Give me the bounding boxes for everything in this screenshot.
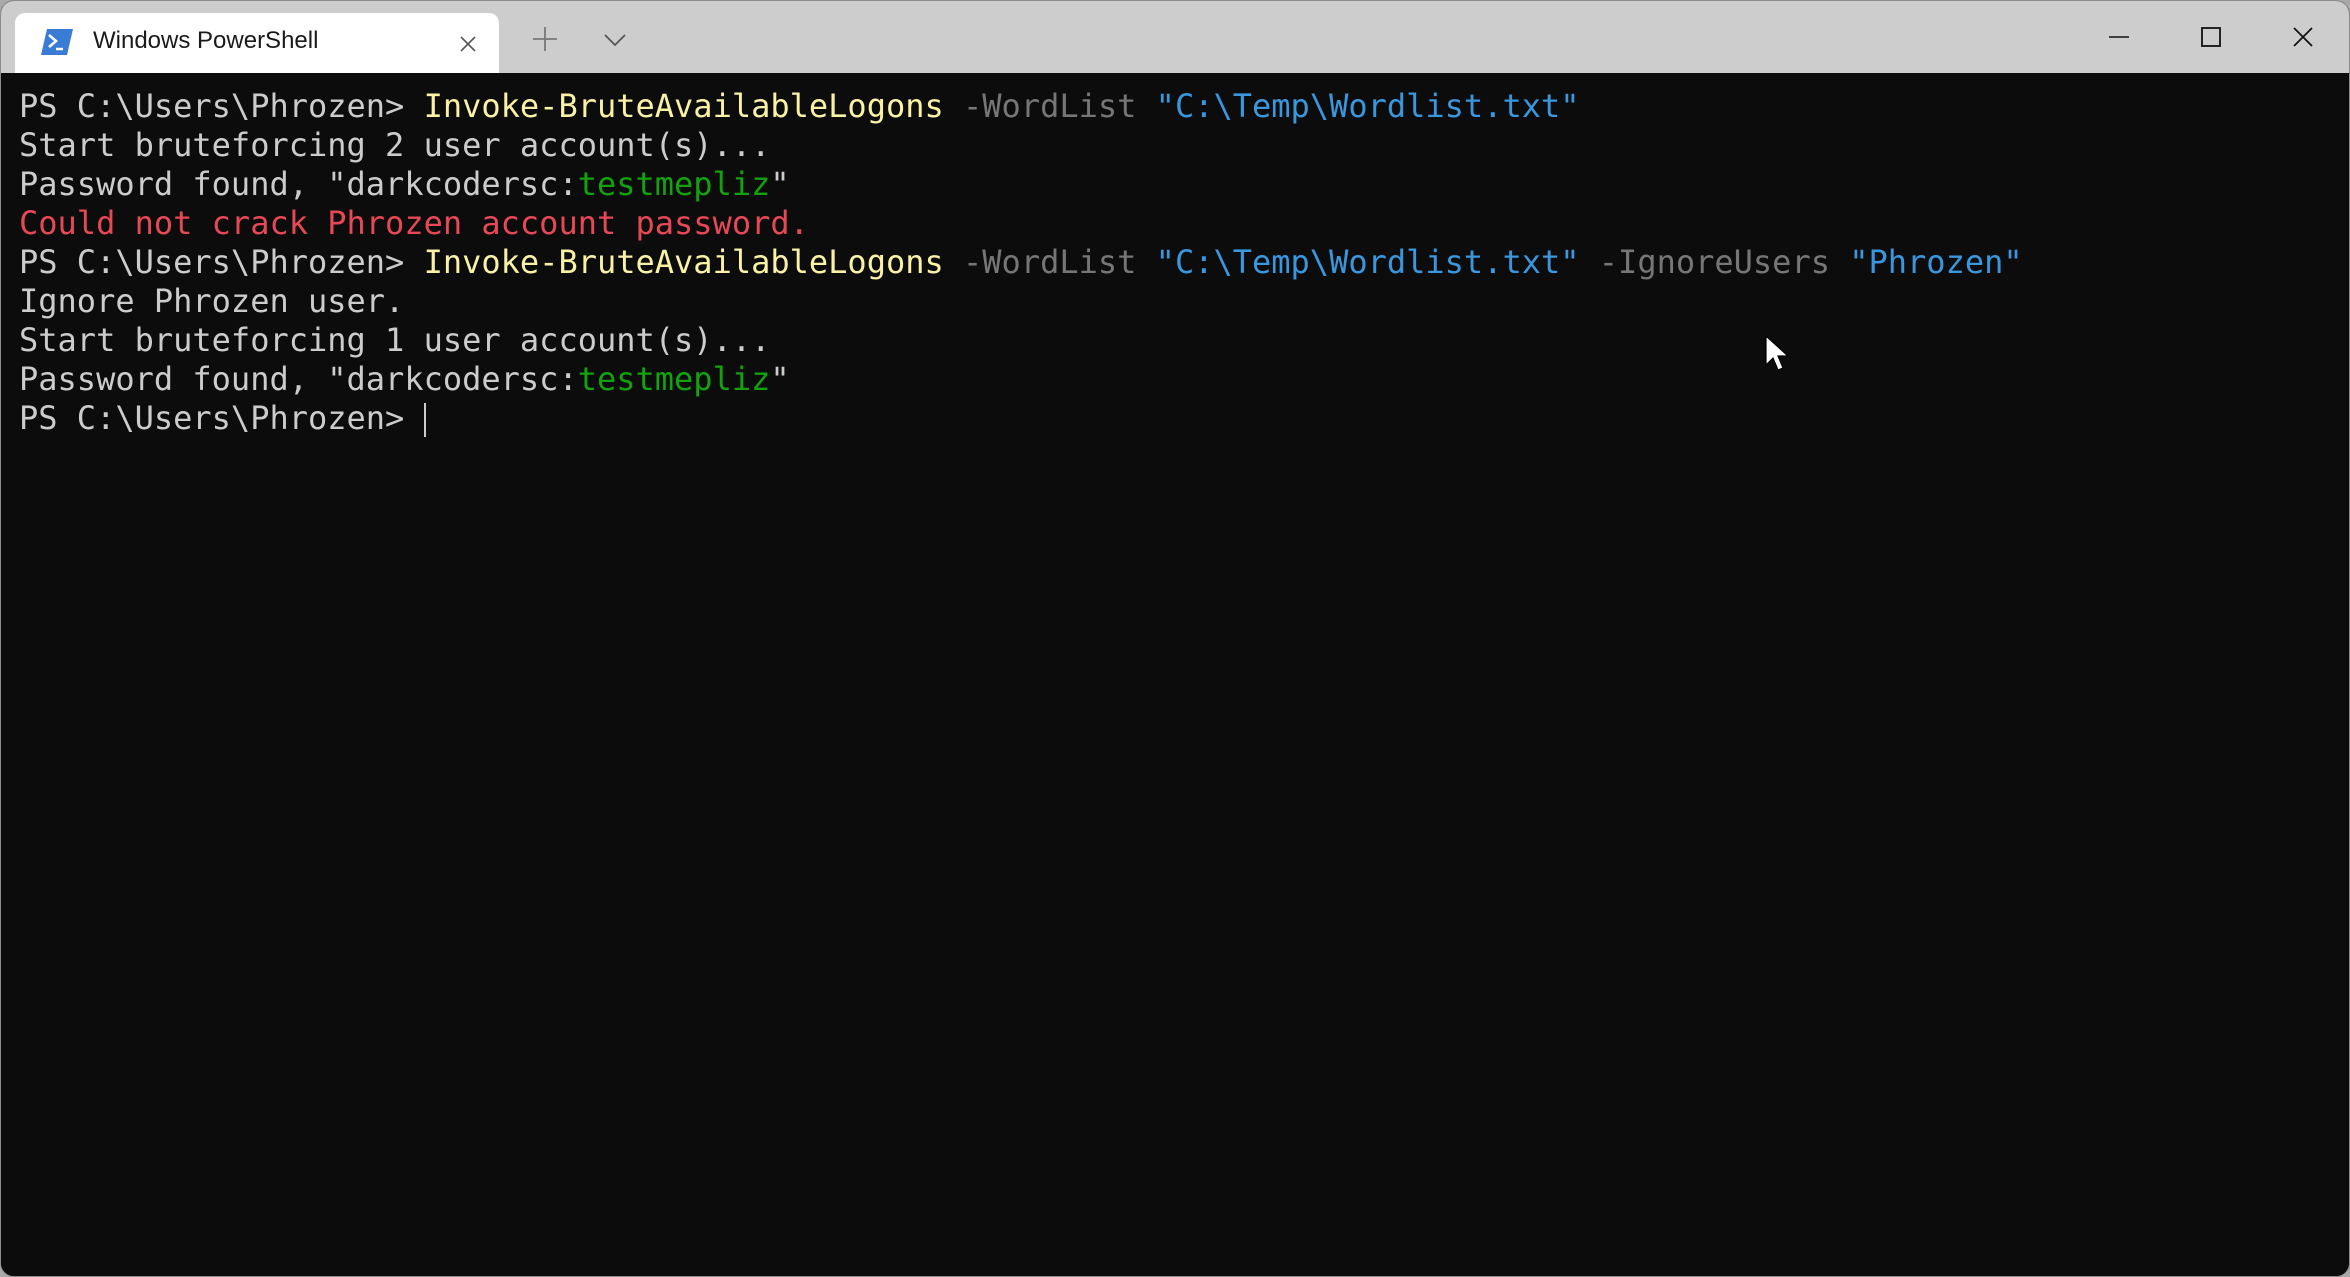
close-window-button[interactable]: [2257, 1, 2349, 73]
terminal-text-param: -WordList: [943, 243, 1137, 281]
terminal-text-default: Start bruteforcing 1 user account(s)...: [19, 321, 771, 359]
terminal-text-default: PS C:\Users\Phrozen>: [19, 243, 424, 281]
terminal-text-default: Ignore Phrozen user.: [19, 282, 405, 320]
terminal-text-red: Could not crack Phrozen account password…: [19, 204, 809, 242]
terminal-text-default: ": [770, 360, 790, 398]
terminal-text-param: -IgnoreUsers: [1579, 243, 1830, 281]
text-cursor: [423, 403, 426, 437]
terminal-text-green: testmepliz: [577, 165, 771, 203]
terminal-text-string: "C:\Temp\Wordlist.txt": [1136, 87, 1580, 125]
terminal-text-default: Password found, "darkcodersc:: [19, 360, 578, 398]
terminal-text-default: PS C:\Users\Phrozen>: [19, 399, 424, 437]
chevron-down-icon[interactable]: [597, 23, 633, 59]
terminal-line: PS C:\Users\Phrozen> Invoke-BruteAvailab…: [19, 243, 2349, 282]
maximize-button[interactable]: [2165, 1, 2257, 73]
terminal-text-string: "Phrozen": [1829, 243, 2023, 281]
terminal-line: Password found, "darkcodersc:testmepliz": [19, 165, 2349, 204]
powershell-icon: [41, 29, 73, 55]
terminal-text-default: Password found, "darkcodersc:: [19, 165, 578, 203]
terminal-window: Windows PowerShell PS C:\Users\Phrozen> …: [0, 0, 2350, 1277]
terminal-text-green: testmepliz: [577, 360, 771, 398]
terminal-line: Ignore Phrozen user.: [19, 282, 2349, 321]
terminal-text-param: -WordList: [943, 87, 1137, 125]
terminal-line: Start bruteforcing 2 user account(s)...: [19, 126, 2349, 165]
terminal-line: PS C:\Users\Phrozen>: [19, 399, 2349, 438]
terminal-line: Start bruteforcing 1 user account(s)...: [19, 321, 2349, 360]
terminal-text-default: PS C:\Users\Phrozen>: [19, 87, 424, 125]
close-icon[interactable]: [453, 29, 483, 59]
tab-windows-powershell[interactable]: Windows PowerShell: [15, 13, 499, 75]
minimize-button[interactable]: [2073, 1, 2165, 73]
terminal-text-default: ": [770, 165, 790, 203]
title-bar[interactable]: Windows PowerShell: [1, 1, 2349, 75]
plus-icon[interactable]: [527, 21, 563, 57]
terminal-line: PS C:\Users\Phrozen> Invoke-BruteAvailab…: [19, 87, 2349, 126]
terminal-text-cmd: Invoke-BruteAvailableLogons: [423, 243, 944, 281]
tab-title: Windows PowerShell: [93, 27, 319, 54]
close-icon: [2293, 27, 2313, 47]
mouse-pointer-icon: [1765, 335, 1790, 371]
terminal-text-string: "C:\Temp\Wordlist.txt": [1136, 243, 1580, 281]
maximize-icon: [2201, 27, 2221, 47]
terminal-line: Could not crack Phrozen account password…: [19, 204, 2349, 243]
terminal-output[interactable]: PS C:\Users\Phrozen> Invoke-BruteAvailab…: [1, 73, 2349, 1276]
minimize-icon: [2109, 36, 2129, 38]
terminal-text-cmd: Invoke-BruteAvailableLogons: [423, 87, 944, 125]
terminal-line: Password found, "darkcodersc:testmepliz": [19, 360, 2349, 399]
terminal-text-default: Start bruteforcing 2 user account(s)...: [19, 126, 771, 164]
